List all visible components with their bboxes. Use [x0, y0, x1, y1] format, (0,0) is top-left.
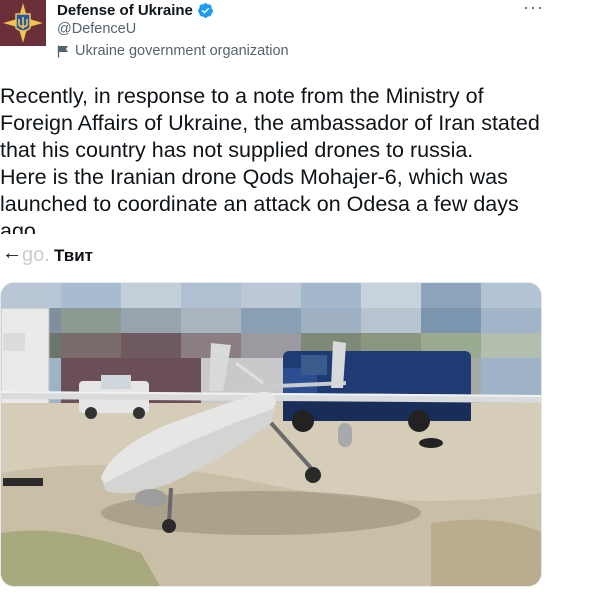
- tweet-photo[interactable]: [0, 282, 542, 587]
- tweet-paragraph-2: Here is the Iranian drone Qods Mohajer-6…: [0, 165, 519, 235]
- government-label-text: Ukraine government organization: [75, 43, 289, 59]
- tweet-header: Defense of Ukraine @DefenceU Ukraine gov…: [0, 0, 590, 70]
- nav-title: Твит: [54, 246, 93, 265]
- overlapped-text: go.: [22, 244, 50, 266]
- ukraine-coat-of-arms-icon: [0, 0, 46, 46]
- drone-photo-image: [1, 283, 541, 586]
- verified-badge-icon: [197, 3, 213, 18]
- tweet-paragraph-1: Recently, in response to a note from the…: [0, 84, 540, 162]
- account-name[interactable]: Defense of Ukraine: [57, 2, 214, 19]
- top-nav-bar: go. ← Твит: [0, 234, 590, 268]
- back-arrow-icon[interactable]: ←: [2, 242, 22, 265]
- account-handle[interactable]: @DefenceU: [57, 21, 136, 37]
- flag-icon: [57, 45, 68, 57]
- display-name[interactable]: Defense of Ukraine: [57, 2, 193, 19]
- government-label: Ukraine government organization: [57, 43, 289, 59]
- more-options-icon[interactable]: ···: [523, 0, 544, 16]
- tweet-text: Recently, in response to a note from the…: [0, 83, 545, 235]
- avatar[interactable]: [0, 0, 46, 46]
